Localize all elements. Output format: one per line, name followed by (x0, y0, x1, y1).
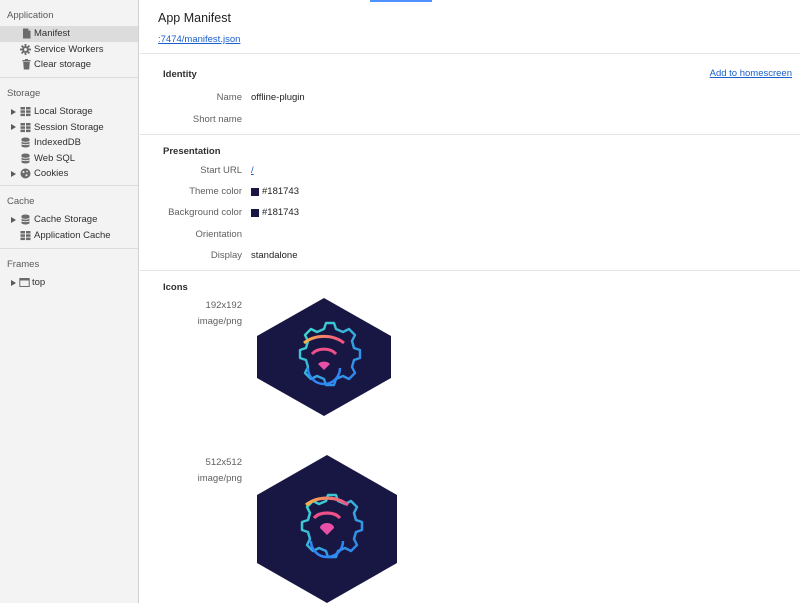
frame-icon (19, 277, 30, 288)
sidebar-heading-application: Application (7, 10, 54, 21)
sidebar-item-manifest[interactable]: Manifest (0, 26, 138, 42)
expand-arrow-icon[interactable] (11, 108, 16, 115)
short-name-label: Short name (192, 114, 242, 125)
display-label: Display (210, 250, 242, 261)
theme-color-text: #181743 (262, 186, 299, 197)
theme-color-value: #181743 (251, 186, 299, 197)
add-to-homescreen-link[interactable]: Add to homescreen (710, 68, 792, 79)
gear-icon (20, 43, 31, 55)
page-title: App Manifest (158, 11, 231, 25)
sidebar-item-indexeddb[interactable]: IndexedDB (0, 135, 138, 151)
cookie-icon (20, 168, 31, 179)
sidebar-item-service-workers[interactable]: Service Workers (0, 42, 138, 58)
icon-type: image/png (197, 473, 242, 484)
identity-section-title: Identity (163, 69, 197, 80)
sidebar-item-label: Service Workers (34, 43, 104, 55)
sidebar-item-cache-storage[interactable]: Cache Storage (0, 212, 138, 228)
database-icon (20, 153, 31, 164)
sidebar-item-label: Web SQL (34, 152, 76, 164)
background-color-value: #181743 (251, 207, 299, 218)
sidebar-item-top-frame[interactable]: top (0, 275, 138, 291)
sidebar-section-storage: Storage Local Storage Session Storage In… (0, 77, 138, 185)
manifest-url-link[interactable]: :7474/manifest.json (158, 34, 240, 45)
sidebar-item-label: Manifest (34, 28, 70, 40)
sidebar-item-application-cache[interactable]: Application Cache (0, 228, 138, 244)
sidebar-item-web-sql[interactable]: Web SQL (0, 151, 138, 167)
icons-section-title: Icons (163, 282, 188, 293)
sidebar-item-label: Clear storage (34, 59, 92, 71)
theme-color-label: Theme color (189, 186, 242, 197)
icon-meta: 192x192 image/png (140, 298, 242, 330)
sidebar-item-label: IndexedDB (34, 137, 82, 149)
grid-icon (20, 106, 31, 117)
icon-size: 512x512 (205, 457, 242, 468)
app-icon-512 (257, 455, 397, 603)
display-value: standalone (251, 250, 298, 261)
database-icon (20, 214, 31, 225)
sidebar-item-label: Cookies (34, 168, 69, 180)
sidebar-item-session-storage[interactable]: Session Storage (0, 120, 138, 136)
section-divider (140, 134, 800, 135)
expand-arrow-icon[interactable] (11, 216, 16, 223)
background-color-swatch[interactable] (251, 208, 259, 217)
sidebar-heading-frames: Frames (7, 259, 40, 270)
sidebar-section-application: Application Manifest Service Workers Cle… (0, 0, 138, 77)
sidebar-item-label: Cache Storage (34, 214, 98, 226)
start-url-value: / (251, 165, 254, 176)
expand-arrow-icon[interactable] (11, 279, 16, 286)
sidebar-section-frames: Frames top (0, 248, 138, 291)
sidebar-item-label: top (32, 277, 46, 289)
sidebar-section-cache: Cache Cache Storage Application Cache (0, 185, 138, 248)
database-icon (20, 137, 31, 148)
sidebar-item-cookies[interactable]: Cookies (0, 166, 138, 182)
sidebar-item-label: Session Storage (34, 121, 104, 133)
sidebar-heading-cache: Cache (7, 196, 35, 207)
expand-arrow-icon[interactable] (11, 124, 16, 131)
background-color-text: #181743 (262, 207, 299, 218)
orientation-label: Orientation (195, 229, 242, 240)
sidebar-item-local-storage[interactable]: Local Storage (0, 104, 138, 120)
manifest-panel: App Manifest :7474/manifest.json Identit… (140, 0, 800, 603)
start-url-link[interactable]: / (251, 165, 254, 176)
section-divider (140, 270, 800, 271)
trash-icon (21, 59, 32, 70)
expand-arrow-icon[interactable] (11, 170, 16, 177)
sidebar-item-label: Application Cache (34, 229, 111, 241)
icon-meta: 512x512 image/png (140, 455, 242, 487)
icon-size: 192x192 (205, 300, 242, 311)
start-url-label: Start URL (200, 165, 242, 176)
app-icon-192 (257, 298, 391, 416)
grid-icon (20, 230, 31, 241)
section-divider (140, 53, 800, 54)
icon-type: image/png (197, 316, 242, 327)
sidebar: Application Manifest Service Workers Cle… (0, 0, 139, 603)
sidebar-item-clear-storage[interactable]: Clear storage (0, 57, 138, 73)
sidebar-heading-storage: Storage (7, 88, 41, 99)
grid-icon (20, 122, 31, 133)
name-value: offline-plugin (251, 92, 305, 103)
presentation-section-title: Presentation (163, 146, 221, 157)
name-label: Name (216, 92, 242, 103)
background-color-label: Background color (168, 207, 242, 218)
document-icon (21, 28, 32, 39)
theme-color-swatch[interactable] (251, 187, 259, 196)
sidebar-item-label: Local Storage (34, 106, 93, 118)
